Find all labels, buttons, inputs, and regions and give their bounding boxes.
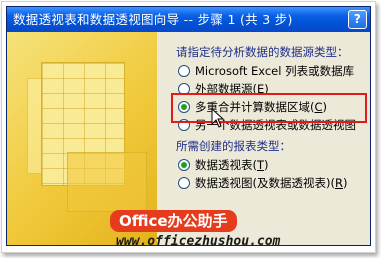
help-button[interactable]: ? xyxy=(348,10,367,29)
annotation-highlight-box xyxy=(171,93,367,123)
illustration-chart xyxy=(67,152,147,212)
option-pivot-chart-close: ) xyxy=(342,176,348,190)
radio-excel-list[interactable] xyxy=(178,65,190,77)
radio-pivot-chart[interactable] xyxy=(178,177,190,189)
option-pivot-table[interactable]: 数据透视表(T) xyxy=(178,156,269,174)
watermark-url: www.officezhushou.com xyxy=(116,234,281,249)
watermark-badge: Office办公助手 xyxy=(110,210,237,232)
source-group-label: 请指定待分析数据的数据源类型： xyxy=(176,45,349,59)
option-pivot-chart-label: 数据透视图(及数据透视表)( xyxy=(195,176,335,190)
option-excel-list-label: Microsoft Excel 列表或数据库 xyxy=(195,64,355,78)
option-pivot-table-close: ) xyxy=(264,158,269,172)
option-excel-list[interactable]: Microsoft Excel 列表或数据库 xyxy=(178,62,354,80)
option-pivot-table-label: 数据透视表( xyxy=(195,158,257,172)
option-pivot-chart[interactable]: 数据透视图(及数据透视表)(R) xyxy=(178,174,347,192)
dialog-title: 数据透视表和数据透视图向导 -- 步骤 1 (共 3 步) xyxy=(13,12,293,27)
dialog-titlebar[interactable]: 数据透视表和数据透视图向导 -- 步骤 1 (共 3 步) ? xyxy=(7,7,370,32)
option-pivot-table-key: T xyxy=(257,158,265,172)
radio-pivot-table[interactable] xyxy=(178,159,190,171)
option-pivot-chart-key: R xyxy=(334,176,343,190)
mouse-cursor-icon xyxy=(211,108,225,128)
report-group-label: 所需创建的报表类型： xyxy=(176,139,291,153)
